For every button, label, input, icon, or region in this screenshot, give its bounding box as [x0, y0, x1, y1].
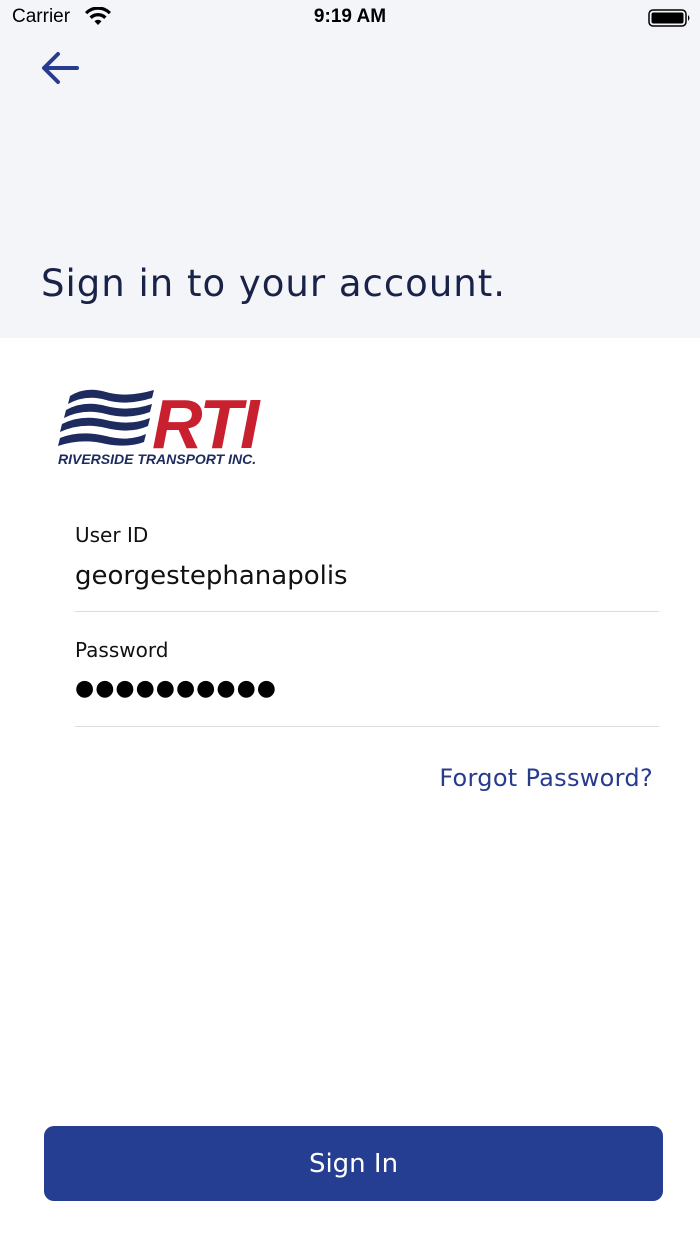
forgot-password-link[interactable]: Forgot Password?: [439, 764, 653, 792]
back-button[interactable]: [36, 46, 84, 90]
user-id-underline: [75, 611, 659, 612]
clock: 9:19 AM: [313, 6, 387, 27]
user-id-input[interactable]: [75, 556, 659, 596]
logo-company-name: RIVERSIDE TRANSPORT INC.: [58, 451, 256, 467]
status-bar: Carrier 9:19 AM: [0, 0, 700, 36]
arrow-left-icon: [42, 52, 79, 84]
password-input[interactable]: ●●●●●●●●●●: [75, 676, 277, 701]
page-title: Sign in to your account.: [41, 262, 506, 305]
company-logo: RTI RIVERSIDE TRANSPORT INC.: [58, 385, 263, 467]
battery-icon: [648, 9, 690, 27]
password-underline: [75, 726, 659, 727]
user-id-label: User ID: [75, 523, 149, 547]
header: Carrier 9:19 AM Sign in to your account.: [0, 0, 700, 338]
sign-in-button[interactable]: Sign In: [44, 1126, 663, 1201]
password-label: Password: [75, 638, 169, 662]
sign-in-screen: Carrier 9:19 AM Sign in to your account.: [0, 0, 700, 1244]
